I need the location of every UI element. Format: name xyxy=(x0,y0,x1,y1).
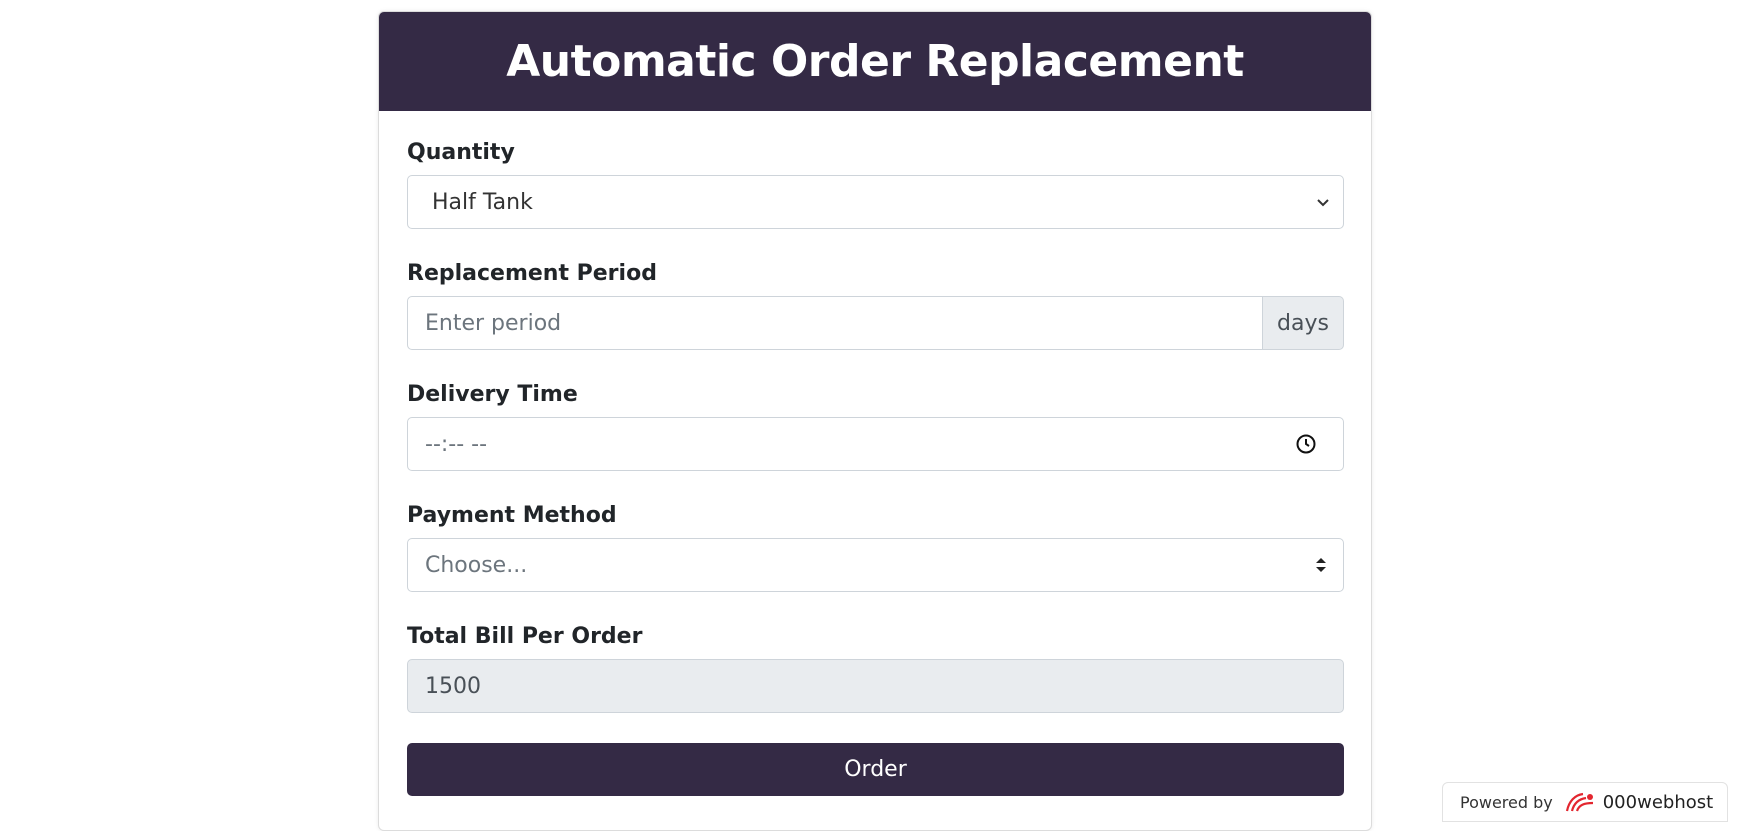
webhost-logo-icon xyxy=(1563,791,1597,813)
replacement-period-label: Replacement Period xyxy=(407,261,657,286)
payment-method-label: Payment Method xyxy=(407,503,617,528)
payment-method-select[interactable]: Choose... xyxy=(407,538,1344,592)
powered-by-badge[interactable]: Powered by 000webhost xyxy=(1442,782,1728,822)
quantity-selected-value: Half Tank xyxy=(432,189,533,215)
replacement-period-input[interactable]: Enter period xyxy=(407,296,1263,350)
clock-icon[interactable] xyxy=(1295,433,1317,455)
total-bill-field: 1500 xyxy=(407,659,1344,713)
days-addon: days xyxy=(1263,296,1344,350)
brand-text: 000webhost xyxy=(1602,791,1714,813)
total-bill-label: Total Bill Per Order xyxy=(407,624,643,649)
page-title: Automatic Order Replacement xyxy=(506,36,1244,87)
delivery-time-input[interactable]: --:-- -- xyxy=(407,417,1344,471)
chevron-down-icon xyxy=(1315,194,1331,210)
powered-by-text: Powered by xyxy=(1460,792,1553,812)
quantity-select[interactable]: Half Tank xyxy=(407,175,1344,229)
order-card: Automatic Order Replacement Quantity Hal… xyxy=(378,11,1372,831)
delivery-time-placeholder: --:-- -- xyxy=(425,431,488,457)
quantity-label: Quantity xyxy=(407,140,515,165)
sort-arrows-icon xyxy=(1315,556,1327,574)
card-header: Automatic Order Replacement xyxy=(379,12,1371,111)
delivery-time-label: Delivery Time xyxy=(407,382,578,407)
payment-method-selected-value: Choose... xyxy=(425,552,528,578)
replacement-period-group: Enter period days xyxy=(407,296,1344,350)
total-bill-value: 1500 xyxy=(425,673,481,699)
order-button[interactable]: Order xyxy=(407,743,1344,796)
